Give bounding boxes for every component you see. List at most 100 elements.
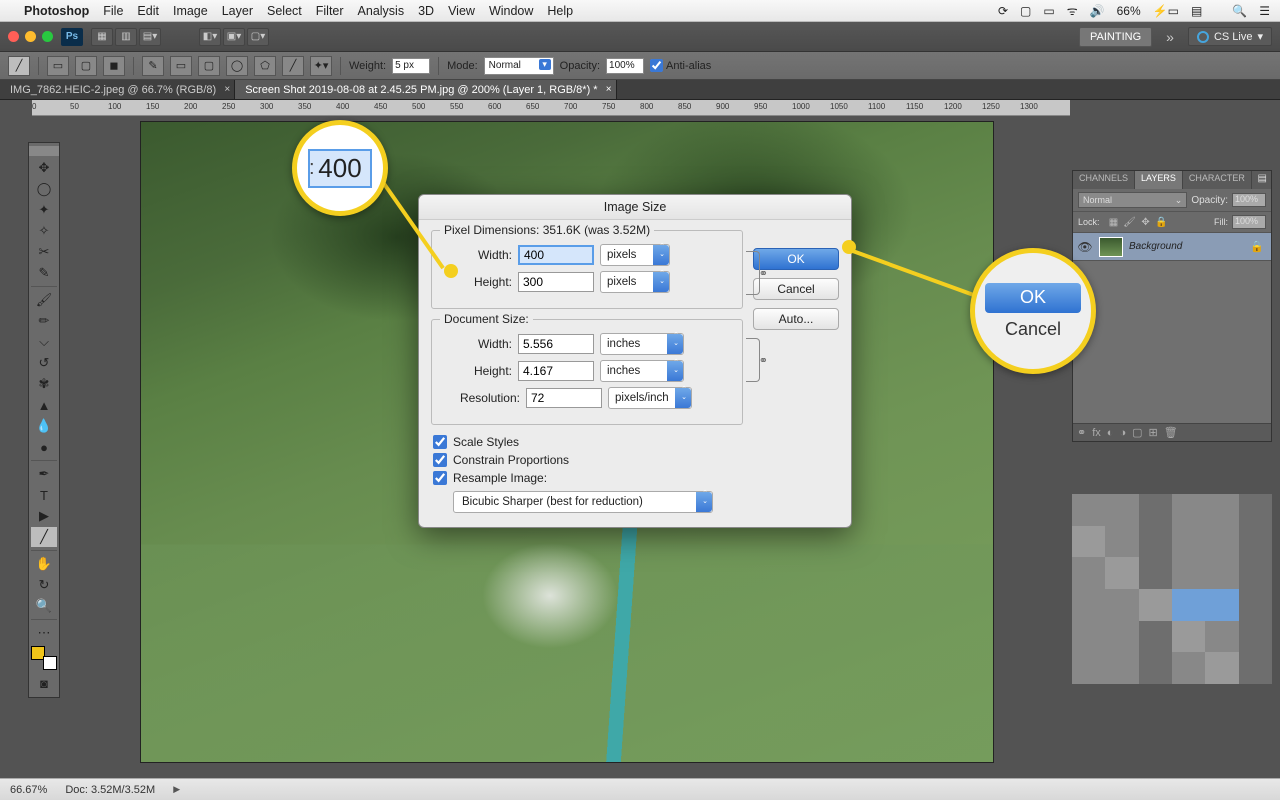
layer-mask-icon[interactable]: ◐ bbox=[1107, 427, 1114, 439]
mode-select[interactable]: Normal bbox=[484, 57, 554, 75]
cancel-button[interactable]: Cancel bbox=[753, 278, 839, 300]
close-tab-icon[interactable]: × bbox=[224, 84, 230, 95]
panel-grip[interactable] bbox=[29, 146, 59, 156]
doc-height-input[interactable] bbox=[518, 361, 594, 381]
magic-wand-tool-icon[interactable]: ✧ bbox=[31, 221, 57, 241]
clone-stamp-tool-icon[interactable]: ⌵ bbox=[31, 332, 57, 352]
background-color-swatch[interactable] bbox=[43, 656, 57, 670]
shape-fill-icon[interactable]: ◼ bbox=[103, 56, 125, 76]
spotlight-icon[interactable]: 🔍 bbox=[1232, 4, 1247, 18]
layer-thumbnail[interactable] bbox=[1099, 237, 1123, 257]
blur-tool-icon[interactable]: 💧 bbox=[31, 416, 57, 436]
shape-rect2-icon[interactable]: ▭ bbox=[170, 56, 192, 76]
shape-ellipse-icon[interactable]: ◯ bbox=[226, 56, 248, 76]
menu-list-icon[interactable]: ☰ bbox=[1259, 4, 1270, 18]
quick-mask-icon[interactable]: ◙ bbox=[31, 673, 57, 693]
chain-link-icon[interactable]: ⚭ bbox=[759, 354, 768, 367]
px-height-unit-select[interactable]: pixels bbox=[600, 271, 670, 293]
layer-name[interactable]: Background bbox=[1129, 241, 1250, 252]
hand-tool-icon[interactable]: ✋ bbox=[31, 554, 57, 574]
view-extras-icon[interactable]: ▤▾ bbox=[139, 28, 161, 46]
shape-poly-icon[interactable]: ⬠ bbox=[254, 56, 276, 76]
zoom-tool-icon[interactable]: 🔍 bbox=[31, 596, 57, 616]
resample-image-checkbox[interactable]: Resample Image: bbox=[433, 471, 743, 485]
airplay-icon[interactable]: ▢ bbox=[1020, 4, 1031, 18]
lasso-tool-icon[interactable]: ◯ bbox=[31, 179, 57, 199]
doc-info[interactable]: Doc: 3.52M/3.52M bbox=[65, 784, 155, 796]
move-tool-icon[interactable]: ✥ bbox=[31, 158, 57, 178]
px-width-input[interactable] bbox=[518, 245, 594, 265]
menu-file[interactable]: File bbox=[103, 4, 123, 18]
volume-icon[interactable]: 🔊 bbox=[1090, 4, 1105, 18]
menu-image[interactable]: Image bbox=[173, 4, 208, 18]
menu-layer[interactable]: Layer bbox=[222, 4, 253, 18]
adjustment-layer-icon[interactable]: ◑ bbox=[1119, 427, 1126, 439]
shape-roundrect2-icon[interactable]: ▢ bbox=[198, 56, 220, 76]
opacity-input[interactable]: 100% bbox=[606, 58, 644, 74]
new-layer-icon[interactable]: ⊞ bbox=[1149, 426, 1158, 439]
screen-mode-icon[interactable]: ▢▾ bbox=[247, 28, 269, 46]
close-window-icon[interactable] bbox=[8, 31, 19, 42]
brush-tool-icon[interactable]: 🖌 bbox=[31, 290, 57, 310]
edit-toolbar-icon[interactable]: ⋯ bbox=[31, 623, 57, 643]
zoom-level[interactable]: 66.67% bbox=[10, 784, 47, 796]
resolution-input[interactable] bbox=[526, 388, 602, 408]
constrain-proportions-checkbox[interactable]: Constrain Proportions bbox=[433, 453, 743, 467]
layer-fill-input[interactable]: 100% bbox=[1232, 215, 1266, 229]
tool-preset-icon[interactable]: ╱ bbox=[8, 56, 30, 76]
menu-help[interactable]: Help bbox=[547, 4, 573, 18]
minimize-window-icon[interactable] bbox=[25, 31, 36, 42]
app-name[interactable]: Photoshop bbox=[24, 4, 89, 18]
menu-analysis[interactable]: Analysis bbox=[358, 4, 405, 18]
dodge-tool-icon[interactable]: ● bbox=[31, 437, 57, 457]
quick-select-tool-icon[interactable]: ✦ bbox=[31, 200, 57, 220]
document-tab[interactable]: IMG_7862.HEIC-2.jpeg @ 66.7% (RGB/8) × bbox=[0, 80, 235, 99]
shape-pen-icon[interactable]: ✎ bbox=[142, 56, 164, 76]
type-tool-icon[interactable]: T bbox=[31, 485, 57, 505]
lock-all-icon[interactable]: 🔒 bbox=[1156, 216, 1168, 228]
shape-line-icon[interactable]: ╱ bbox=[282, 56, 304, 76]
lock-transparent-icon[interactable]: ▦ bbox=[1108, 216, 1120, 228]
window-controls[interactable] bbox=[8, 31, 53, 42]
doc-height-unit-select[interactable]: inches bbox=[600, 360, 684, 382]
layer-row[interactable]: 👁 Background 🔒 bbox=[1073, 233, 1271, 261]
tab-layers[interactable]: LAYERS bbox=[1135, 171, 1183, 189]
foreground-background-colors[interactable] bbox=[31, 646, 57, 670]
tab-channels[interactable]: CHANNELS bbox=[1073, 171, 1135, 189]
date-icon[interactable]: ▤ bbox=[1191, 4, 1202, 18]
resample-method-select[interactable]: Bicubic Sharper (best for reduction) bbox=[453, 491, 713, 513]
workspace-more-icon[interactable]: » bbox=[1160, 29, 1180, 45]
menu-3d[interactable]: 3D bbox=[418, 4, 434, 18]
wifi-icon[interactable]: ᯤ bbox=[1067, 2, 1078, 19]
menu-select[interactable]: Select bbox=[267, 4, 302, 18]
menu-edit[interactable]: Edit bbox=[137, 4, 159, 18]
cs-live-button[interactable]: CS Live ▾ bbox=[1188, 27, 1272, 46]
weight-input[interactable]: 5 px bbox=[392, 58, 430, 74]
menu-view[interactable]: View bbox=[448, 4, 475, 18]
doc-width-input[interactable] bbox=[518, 334, 594, 354]
panel-menu-icon[interactable]: ▤ bbox=[1254, 171, 1271, 189]
scale-styles-checkbox[interactable]: Scale Styles bbox=[433, 435, 743, 449]
auto-button[interactable]: Auto... bbox=[753, 308, 839, 330]
eyedropper-tool-icon[interactable]: ✎ bbox=[31, 263, 57, 283]
layer-fx-icon[interactable]: fx bbox=[1092, 427, 1101, 439]
menu-window[interactable]: Window bbox=[489, 4, 533, 18]
close-tab-icon[interactable]: × bbox=[606, 84, 612, 95]
layer-opacity-input[interactable]: 100% bbox=[1232, 193, 1266, 207]
tab-character[interactable]: CHARACTER bbox=[1183, 171, 1252, 189]
lock-position-icon[interactable]: ✥ bbox=[1140, 216, 1152, 228]
lock-brush-icon[interactable]: 🖌 bbox=[1124, 216, 1136, 228]
sync-icon[interactable]: ⟳ bbox=[998, 4, 1008, 18]
display-icon[interactable]: ▭ bbox=[1043, 4, 1054, 18]
px-width-unit-select[interactable]: pixels bbox=[600, 244, 670, 266]
link-layers-icon[interactable]: ⚭ bbox=[1077, 426, 1086, 439]
blend-mode-select[interactable]: Normal⌄ bbox=[1078, 192, 1187, 208]
chain-link-icon[interactable]: ⚭ bbox=[759, 267, 768, 280]
px-height-input[interactable] bbox=[518, 272, 594, 292]
history-brush-tool-icon[interactable]: ↺ bbox=[31, 353, 57, 373]
visibility-eye-icon[interactable]: 👁 bbox=[1077, 240, 1093, 254]
pencil-tool-icon[interactable]: ✏ bbox=[31, 311, 57, 331]
shape-roundrect-icon[interactable]: ▢ bbox=[75, 56, 97, 76]
zoom-level-icon[interactable]: ◧▾ bbox=[199, 28, 221, 46]
antialias-checkbox[interactable]: Anti-alias bbox=[650, 59, 711, 72]
